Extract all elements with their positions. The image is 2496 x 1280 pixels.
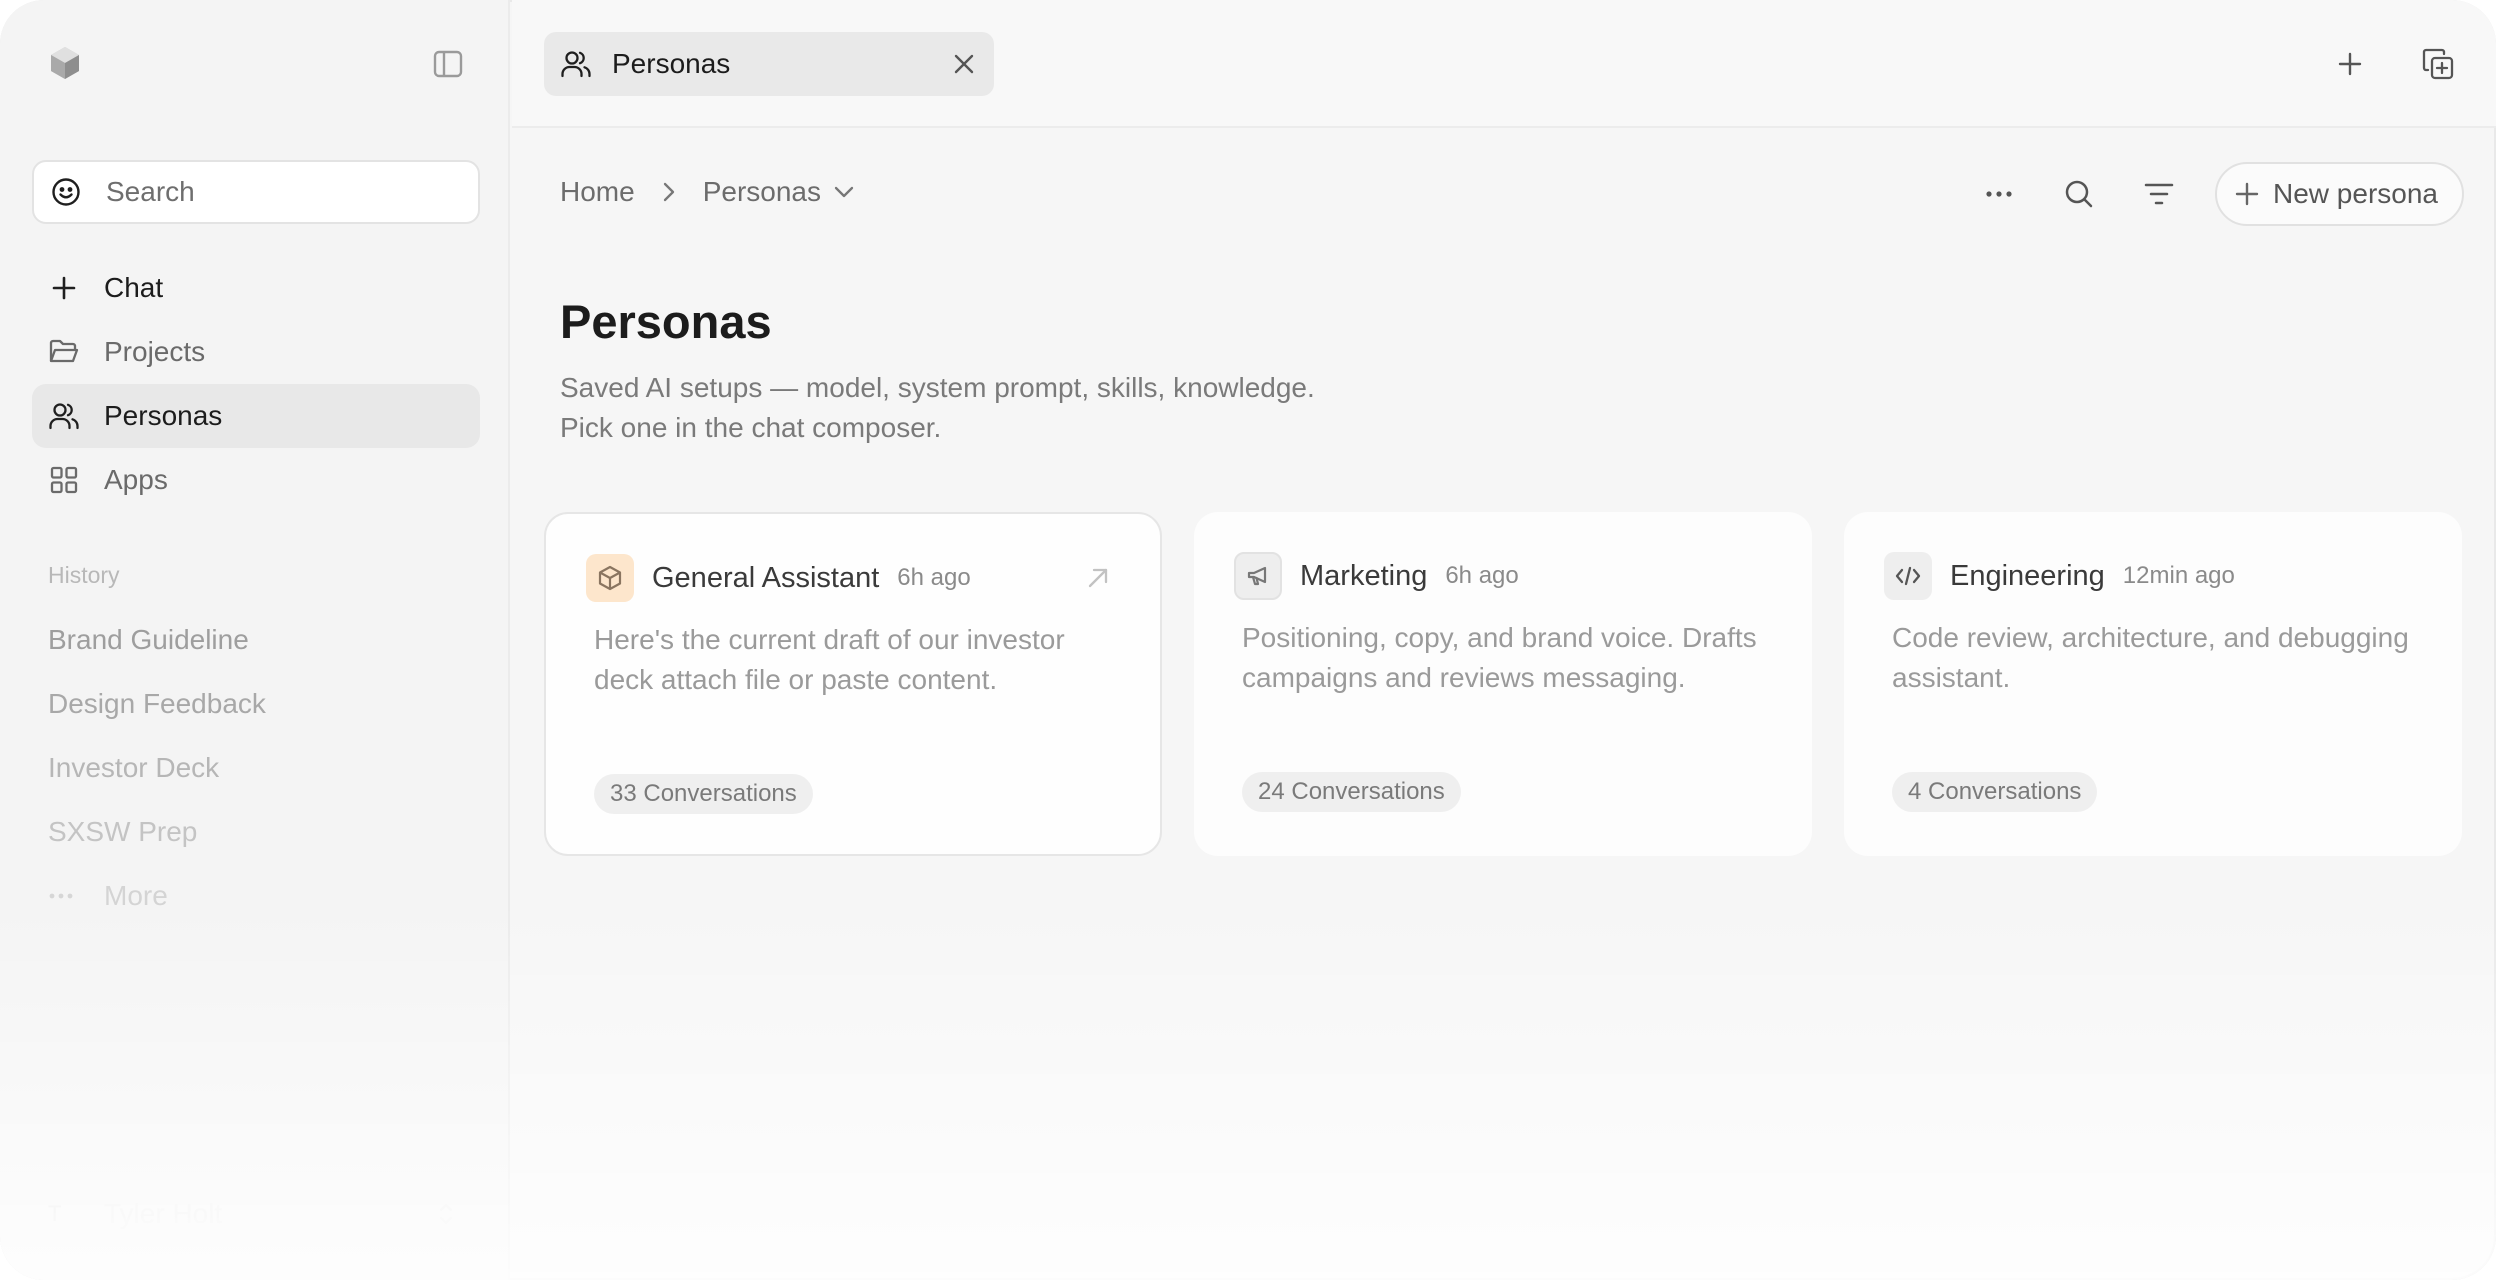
plus-icon	[48, 272, 80, 304]
breadcrumb: Home Personas	[560, 176, 855, 208]
history-item[interactable]: Design Feedback	[48, 672, 266, 736]
search-input[interactable]	[106, 176, 466, 208]
sidebar-item-label: Projects	[104, 336, 206, 367]
persona-name: Engineering	[1950, 559, 2105, 592]
plus-icon	[2235, 182, 2259, 206]
folder-icon	[48, 336, 80, 368]
history-heading: History	[48, 562, 120, 588]
tab-personas[interactable]: Personas	[544, 32, 994, 96]
description-line: Saved AI setups — model, system prompt, …	[560, 372, 1315, 403]
conversations-badge: 24 Conversations	[1242, 772, 1461, 812]
conversations-badge: 33 Conversations	[594, 774, 813, 814]
close-icon[interactable]	[948, 48, 980, 80]
sidebar-item-apps[interactable]: Apps	[32, 448, 480, 512]
persona-name: General Assistant	[652, 561, 880, 594]
persona-description: Positioning, copy, and brand voice. Draf…	[1242, 622, 1757, 693]
code-icon	[1884, 552, 1932, 600]
conversations-badge: 4 Conversations	[1892, 772, 2098, 812]
duplicate-window-icon[interactable]	[2418, 44, 2458, 84]
new-persona-label: New persona	[2273, 178, 2438, 209]
user-menu[interactable]: T Tyler Holt	[48, 1198, 222, 1230]
history-list: Brand Guideline Design Feedback Investor…	[48, 608, 266, 928]
megaphone-icon	[1234, 552, 1282, 600]
persona-description: Code review, architecture, and debugging…	[1892, 622, 2409, 693]
persona-cards: General Assistant 6h ago Here's the curr…	[544, 512, 2462, 856]
breadcrumb-home[interactable]: Home	[560, 176, 635, 208]
card-header: Engineering 12min ago	[1884, 552, 2235, 600]
page-title: Personas	[560, 295, 772, 348]
sidebar-nav: Chat Projects Personas Apps	[32, 256, 480, 512]
persona-time: 6h ago	[897, 564, 971, 591]
window-actions	[2330, 44, 2458, 84]
history-item[interactable]: SXSW Prep	[48, 800, 266, 864]
sidebar-item-projects[interactable]: Projects	[32, 320, 480, 384]
main-content: Home Personas New persona Personas Saved…	[512, 130, 2496, 1280]
persona-description: Here's the current draft of our investor…	[594, 624, 1065, 695]
persona-time: 6h ago	[1445, 562, 1519, 589]
user-name: Tyler Holt	[104, 1198, 223, 1229]
persona-card-engineering[interactable]: Engineering 12min ago Code review, archi…	[1844, 512, 2462, 856]
app-logo[interactable]	[48, 46, 82, 80]
filter-icon[interactable]	[2135, 170, 2183, 218]
chevron-up-down-icon[interactable]	[436, 1200, 460, 1228]
more-label: More	[104, 880, 168, 911]
ellipsis-icon	[48, 892, 80, 900]
search-field[interactable]	[32, 160, 480, 224]
sidebar-item-label: Chat	[104, 272, 164, 303]
grid-icon	[48, 464, 80, 496]
top-bar: Personas	[512, 0, 2496, 128]
description-line: Pick one in the chat composer.	[560, 412, 942, 443]
sidebar-toggle-icon[interactable]	[430, 48, 466, 80]
chevron-right-icon	[653, 181, 685, 203]
page-description: Saved AI setups — model, system prompt, …	[560, 368, 1315, 448]
persona-card-marketing[interactable]: Marketing 6h ago Positioning, copy, and …	[1194, 512, 1812, 856]
new-persona-button[interactable]: New persona	[2215, 162, 2464, 226]
history-more-button[interactable]: More	[48, 864, 266, 928]
breadcrumb-current[interactable]: Personas	[703, 176, 821, 208]
page-toolbar: New persona	[1975, 162, 2464, 226]
smiley-icon	[50, 176, 82, 208]
sidebar-item-label: Apps	[104, 464, 168, 495]
avatar: T	[48, 1201, 62, 1226]
tab-label: Personas	[612, 48, 731, 79]
search-icon[interactable]	[2055, 170, 2103, 218]
cube-icon	[586, 554, 634, 602]
users-icon	[48, 400, 80, 432]
sidebar: Chat Projects	[0, 0, 510, 1280]
more-options-icon[interactable]	[1975, 170, 2023, 218]
arrow-up-right-icon[interactable]	[1086, 566, 1114, 594]
sidebar-item-chat[interactable]: Chat	[32, 256, 480, 320]
users-icon	[560, 48, 592, 80]
new-tab-plus-icon[interactable]	[2330, 44, 2370, 84]
card-header: General Assistant 6h ago	[586, 554, 971, 602]
sidebar-item-personas[interactable]: Personas	[32, 384, 480, 448]
history-item[interactable]: Brand Guideline	[48, 608, 266, 672]
persona-card-general-assistant[interactable]: General Assistant 6h ago Here's the curr…	[544, 512, 1162, 856]
app-window: Chat Projects	[0, 0, 2496, 1280]
history-item[interactable]: Investor Deck	[48, 736, 266, 800]
card-header: Marketing 6h ago	[1234, 552, 1519, 600]
chevron-down-icon[interactable]	[833, 185, 855, 199]
persona-name: Marketing	[1300, 559, 1428, 592]
persona-time: 12min ago	[2122, 562, 2235, 589]
sidebar-item-label: Personas	[104, 400, 223, 431]
